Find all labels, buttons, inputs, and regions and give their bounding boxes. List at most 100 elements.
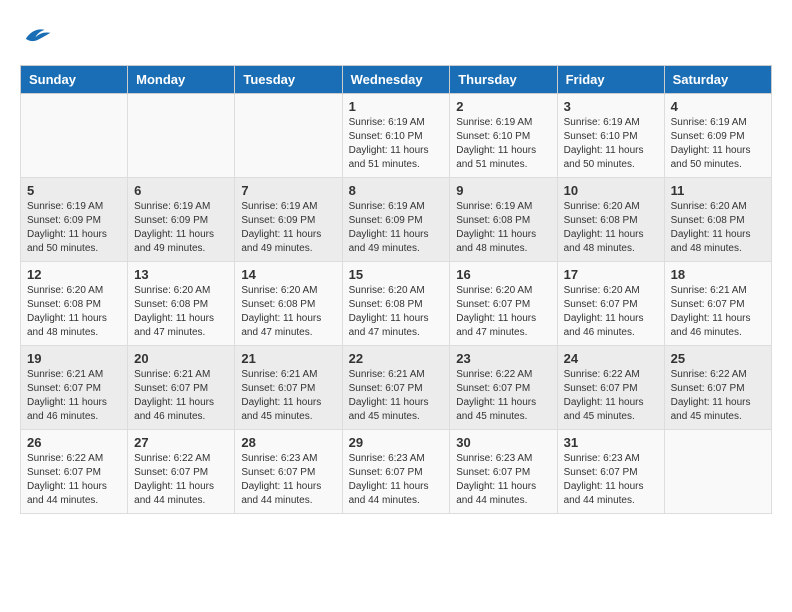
day-info: Sunrise: 6:20 AM Sunset: 6:08 PM Dayligh… [349,284,444,340]
calendar-cell: 6Sunrise: 6:19 AM Sunset: 6:09 PM Daylig… [128,178,235,262]
day-info: Sunrise: 6:19 AM Sunset: 6:09 PM Dayligh… [134,200,228,256]
calendar-cell: 4 Sunrise: 6:19 AM Sunset: 6:09 PM Daylig… [664,94,771,178]
calendar-cell: 2 Sunrise: 6:19 AM Sunset: 6:10 PM Daylig… [450,94,557,178]
day-number: 13 [134,267,228,282]
day-info: Sunrise: 6:19 AM Sunset: 6:10 PM Dayligh… [564,116,658,172]
day-info: Sunrise: 6:20 AM Sunset: 6:07 PM Dayligh… [564,284,658,340]
calendar-cell: 10 Sunrise: 6:20 AM Sunset: 6:08 PM Dayli… [557,178,664,262]
calendar-cell: 23 Sunrise: 6:22 AM Sunset: 6:07 PM Dayli… [450,346,557,430]
day-number: 23 [456,351,550,366]
calendar-cell: 11 Sunrise: 6:20 AM Sunset: 6:08 PM Dayli… [664,178,771,262]
day-info: Sunrise: 6:19 AM Sunset: 6:10 PM Dayligh… [456,116,550,172]
calendar-cell: 13 Sunrise: 6:20 AM Sunset: 6:08 PM Dayli… [128,262,235,346]
day-number: 14 [241,267,335,282]
calendar-cell: 25 Sunrise: 6:22 AM Sunset: 6:07 PM Dayli… [664,346,771,430]
day-number: 12 [27,267,121,282]
calendar-cell: 9 Sunrise: 6:19 AM Sunset: 6:08 PM Daylig… [450,178,557,262]
calendar-cell: 22 Sunrise: 6:21 AM Sunset: 6:07 PM Dayli… [342,346,450,430]
day-info: Sunrise: 6:21 AM Sunset: 6:07 PM Dayligh… [241,368,335,424]
calendar-cell [235,94,342,178]
week-row-1: 1 Sunrise: 6:19 AM Sunset: 6:10 PM Daylig… [21,94,772,178]
day-number: 16 [456,267,550,282]
day-number: 21 [241,351,335,366]
calendar-cell: 18Sunrise: 6:21 AM Sunset: 6:07 PM Dayli… [664,262,771,346]
calendar-cell: 28 Sunrise: 6:23 AM Sunset: 6:07 PM Dayli… [235,430,342,514]
day-number: 28 [241,435,335,450]
day-number: 19 [27,351,121,366]
day-info: Sunrise: 6:20 AM Sunset: 6:08 PM Dayligh… [134,284,228,340]
day-number: 1 [349,99,444,114]
calendar-cell [21,94,128,178]
calendar-cell: 5Sunrise: 6:19 AM Sunset: 6:09 PM Daylig… [21,178,128,262]
day-number: 24 [564,351,658,366]
week-row-2: 5Sunrise: 6:19 AM Sunset: 6:09 PM Daylig… [21,178,772,262]
day-number: 31 [564,435,658,450]
day-number: 7 [241,183,335,198]
col-header-monday: Monday [128,66,235,94]
calendar-cell: 16 Sunrise: 6:20 AM Sunset: 6:07 PM Dayli… [450,262,557,346]
day-number: 9 [456,183,550,198]
calendar-cell: 26 Sunrise: 6:22 AM Sunset: 6:07 PM Dayli… [21,430,128,514]
col-header-tuesday: Tuesday [235,66,342,94]
day-info: Sunrise: 6:21 AM Sunset: 6:07 PM Dayligh… [671,284,765,340]
day-number: 22 [349,351,444,366]
day-info: Sunrise: 6:23 AM Sunset: 6:07 PM Dayligh… [349,452,444,508]
calendar-cell: 20Sunrise: 6:21 AM Sunset: 6:07 PM Dayli… [128,346,235,430]
calendar-cell: 15 Sunrise: 6:20 AM Sunset: 6:08 PM Dayli… [342,262,450,346]
calendar-cell: 17Sunrise: 6:20 AM Sunset: 6:07 PM Dayli… [557,262,664,346]
calendar-cell: 3 Sunrise: 6:19 AM Sunset: 6:10 PM Daylig… [557,94,664,178]
day-info: Sunrise: 6:22 AM Sunset: 6:07 PM Dayligh… [134,452,228,508]
page-header [20,20,772,55]
day-number: 25 [671,351,765,366]
day-info: Sunrise: 6:22 AM Sunset: 6:07 PM Dayligh… [671,368,765,424]
day-number: 8 [349,183,444,198]
day-info: Sunrise: 6:23 AM Sunset: 6:07 PM Dayligh… [456,452,550,508]
day-info: Sunrise: 6:19 AM Sunset: 6:09 PM Dayligh… [671,116,765,172]
day-info: Sunrise: 6:22 AM Sunset: 6:07 PM Dayligh… [564,368,658,424]
calendar-cell [128,94,235,178]
day-number: 3 [564,99,658,114]
day-number: 15 [349,267,444,282]
calendar-cell: 27Sunrise: 6:22 AM Sunset: 6:07 PM Dayli… [128,430,235,514]
calendar-cell: 7 Sunrise: 6:19 AM Sunset: 6:09 PM Daylig… [235,178,342,262]
day-number: 26 [27,435,121,450]
logo-bird-icon [22,20,52,50]
calendar-cell: 8 Sunrise: 6:19 AM Sunset: 6:09 PM Daylig… [342,178,450,262]
day-info: Sunrise: 6:23 AM Sunset: 6:07 PM Dayligh… [241,452,335,508]
calendar-cell: 1 Sunrise: 6:19 AM Sunset: 6:10 PM Daylig… [342,94,450,178]
day-number: 29 [349,435,444,450]
col-header-saturday: Saturday [664,66,771,94]
day-info: Sunrise: 6:21 AM Sunset: 6:07 PM Dayligh… [134,368,228,424]
day-info: Sunrise: 6:19 AM Sunset: 6:10 PM Dayligh… [349,116,444,172]
day-info: Sunrise: 6:22 AM Sunset: 6:07 PM Dayligh… [27,452,121,508]
col-header-sunday: Sunday [21,66,128,94]
day-info: Sunrise: 6:19 AM Sunset: 6:09 PM Dayligh… [27,200,121,256]
day-info: Sunrise: 6:20 AM Sunset: 6:08 PM Dayligh… [241,284,335,340]
col-header-friday: Friday [557,66,664,94]
day-info: Sunrise: 6:19 AM Sunset: 6:08 PM Dayligh… [456,200,550,256]
calendar-cell: 24 Sunrise: 6:22 AM Sunset: 6:07 PM Dayli… [557,346,664,430]
day-info: Sunrise: 6:20 AM Sunset: 6:07 PM Dayligh… [456,284,550,340]
day-number: 30 [456,435,550,450]
day-info: Sunrise: 6:20 AM Sunset: 6:08 PM Dayligh… [564,200,658,256]
day-info: Sunrise: 6:22 AM Sunset: 6:07 PM Dayligh… [456,368,550,424]
calendar-cell: 30 Sunrise: 6:23 AM Sunset: 6:07 PM Dayli… [450,430,557,514]
day-info: Sunrise: 6:19 AM Sunset: 6:09 PM Dayligh… [241,200,335,256]
day-info: Sunrise: 6:20 AM Sunset: 6:08 PM Dayligh… [671,200,765,256]
calendar-cell: 12Sunrise: 6:20 AM Sunset: 6:08 PM Dayli… [21,262,128,346]
day-number: 10 [564,183,658,198]
day-number: 11 [671,183,765,198]
logo [20,20,52,55]
day-number: 4 [671,99,765,114]
day-number: 2 [456,99,550,114]
logo-text [20,20,52,55]
week-row-3: 12 Sunrise: 6:20 AM Sunset: 6:08 PM Dayli… [21,262,772,346]
col-header-thursday: Thursday [450,66,557,94]
col-header-wednesday: Wednesday [342,66,450,94]
calendar-cell: 21 Sunrise: 6:21 AM Sunset: 6:07 PM Dayli… [235,346,342,430]
day-info: Sunrise: 6:19 AM Sunset: 6:09 PM Dayligh… [349,200,444,256]
week-row-5: 26 Sunrise: 6:22 AM Sunset: 6:07 PM Dayli… [21,430,772,514]
calendar-cell: 29 Sunrise: 6:23 AM Sunset: 6:07 PM Dayli… [342,430,450,514]
calendar-cell [664,430,771,514]
day-info: Sunrise: 6:21 AM Sunset: 6:07 PM Dayligh… [349,368,444,424]
